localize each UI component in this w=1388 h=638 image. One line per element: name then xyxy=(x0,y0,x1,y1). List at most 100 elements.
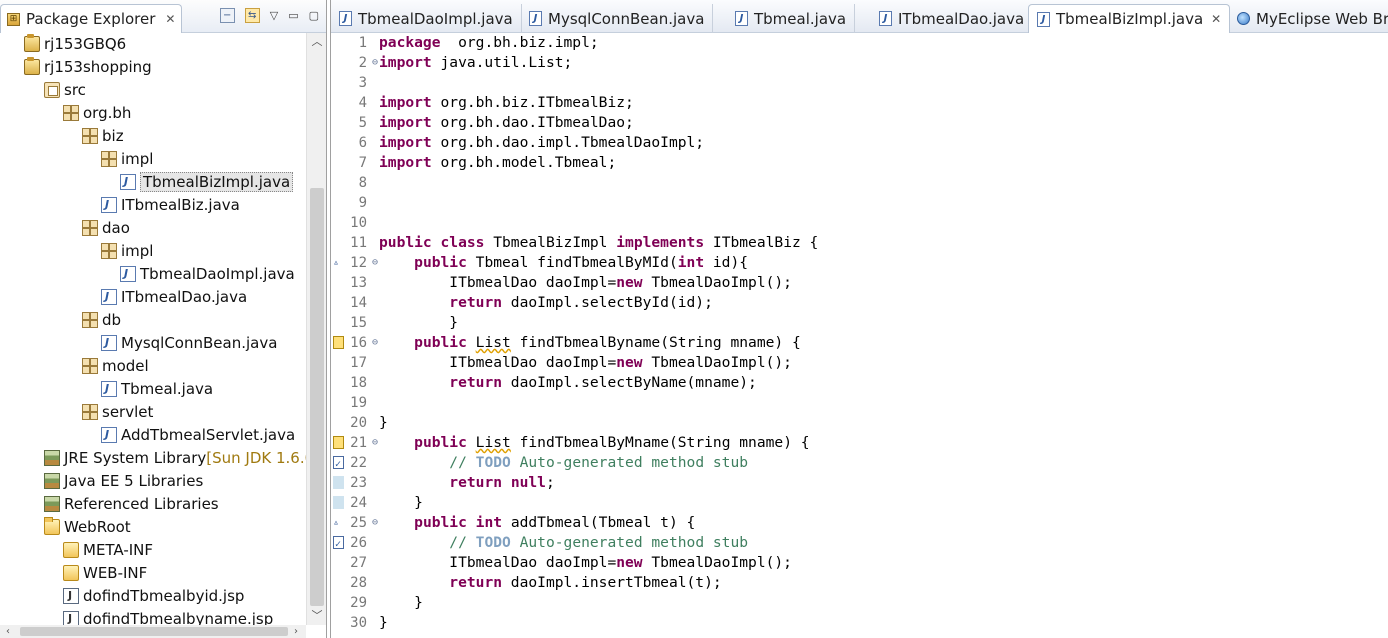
fold-toggle-icon[interactable]: ⊖ xyxy=(372,433,378,453)
line-number: 23 xyxy=(331,473,379,493)
close-icon[interactable]: ✕ xyxy=(165,12,175,26)
package-explorer-tab[interactable]: ⊞ Package Explorer ✕ xyxy=(0,4,183,33)
horizontal-scrollbar[interactable]: ‹ › xyxy=(0,625,306,638)
editor-tab[interactable]: J MysqlConnBean.java xyxy=(521,4,714,33)
scroll-right-icon[interactable]: › xyxy=(288,625,304,638)
scroll-left-icon[interactable]: ‹ xyxy=(0,625,16,638)
override-icon[interactable]: ▵ xyxy=(333,516,344,529)
tree-item[interactable]: ITbmealDao.java xyxy=(101,285,247,308)
tree-item[interactable]: WebRoot xyxy=(44,515,131,538)
maximize-icon[interactable]: ▢ xyxy=(309,9,319,22)
code-token: org.bh.model.Tbmeal; xyxy=(431,154,617,171)
tree-item[interactable]: org.bh xyxy=(63,101,131,124)
code-line[interactable]: import org.bh.model.Tbmeal; xyxy=(379,153,616,173)
code-line[interactable]: return daoImpl.selectById(id); xyxy=(379,293,713,313)
tree-item[interactable]: JRE System Library [Sun JDK 1.6.0 xyxy=(44,446,306,469)
tree-item[interactable]: Java EE 5 Libraries xyxy=(44,469,203,492)
tree-item[interactable]: src xyxy=(44,78,86,101)
tree-item[interactable]: dofindTbmealbyid.jsp xyxy=(63,584,244,607)
code-line[interactable]: import java.util.List; xyxy=(379,53,572,73)
line-number: 2 ⊖ xyxy=(331,53,379,73)
code-line[interactable]: public List findTbmealByname(String mnam… xyxy=(379,333,801,353)
code-line[interactable]: public Tbmeal findTbmealByMId(int id){ xyxy=(379,253,748,273)
fold-toggle-icon[interactable]: ⊖ xyxy=(372,253,378,273)
annotation-marker[interactable] xyxy=(333,496,344,509)
warning-icon[interactable] xyxy=(333,436,344,449)
package-explorer-title: Package Explorer xyxy=(26,10,156,28)
editor-tab[interactable]: J ITbmealDao.java xyxy=(871,4,1034,33)
line-number: 1 xyxy=(331,33,379,53)
code-line[interactable]: public List findTbmealByMname(String mna… xyxy=(379,433,809,453)
jsp-file-icon xyxy=(63,587,79,604)
code-line[interactable]: // TODO Auto-generated method stub xyxy=(379,453,748,473)
minimize-icon[interactable]: ▭ xyxy=(288,9,298,22)
tree-item[interactable]: servlet xyxy=(82,400,153,423)
code-line[interactable]: } xyxy=(379,613,388,633)
tree-item[interactable]: rj153shopping xyxy=(24,55,152,78)
tree-item[interactable]: impl xyxy=(101,239,153,262)
package-icon xyxy=(101,150,117,167)
close-icon[interactable]: ✕ xyxy=(1211,12,1221,26)
vertical-scrollbar[interactable]: ︿ ﹀ xyxy=(306,33,326,625)
code-line[interactable]: } xyxy=(379,313,458,333)
code-line[interactable]: import org.bh.biz.ITbmealBiz; xyxy=(379,93,634,113)
code-line[interactable]: return null; xyxy=(379,473,554,493)
line-number: 7 xyxy=(331,153,379,173)
code-line[interactable]: return daoImpl.selectByName(mname); xyxy=(379,373,757,393)
code-area[interactable]: package org.bh.biz.impl; import java.util… xyxy=(379,33,1388,638)
code-line[interactable]: } xyxy=(379,493,423,513)
tree-item[interactable]: TbmealDaoImpl.java xyxy=(120,262,295,285)
tree-item[interactable]: biz xyxy=(82,124,124,147)
code-line[interactable]: return daoImpl.insertTbmeal(t); xyxy=(379,573,721,593)
scroll-down-icon[interactable]: ﹀ xyxy=(307,607,326,625)
code-line[interactable]: public int addTbmeal(Tbmeal t) { xyxy=(379,513,695,533)
tree-item[interactable]: rj153GBQ6 xyxy=(24,33,126,55)
editor-tab[interactable]: MyEclipse Web Br xyxy=(1229,4,1388,33)
tree-item[interactable]: db xyxy=(82,308,121,331)
code-token: ITbmealDao daoImpl= xyxy=(379,354,617,371)
code-line[interactable]: } xyxy=(379,413,388,433)
editor-tab[interactable]: J Tbmeal.java xyxy=(727,4,856,33)
task-icon[interactable] xyxy=(333,455,344,475)
scrollbar-thumb[interactable] xyxy=(20,627,288,636)
tree-item[interactable]: impl xyxy=(101,147,153,170)
code-token: } xyxy=(379,314,459,331)
annotation-marker[interactable] xyxy=(333,476,344,489)
tree-item[interactable]: WEB-INF xyxy=(63,561,147,584)
tree-item[interactable]: Referenced Libraries xyxy=(44,492,219,515)
code-line[interactable]: import org.bh.dao.impl.TbmealDaoImpl; xyxy=(379,133,704,153)
code-line[interactable]: import org.bh.dao.ITbmealDao; xyxy=(379,113,634,133)
tree-item[interactable]: AddTbmealServlet.java xyxy=(101,423,295,446)
code-line[interactable]: } xyxy=(379,593,423,613)
warning-icon[interactable] xyxy=(333,336,344,349)
tree-item[interactable]: META-INF xyxy=(63,538,153,561)
code-line[interactable]: package org.bh.biz.impl; xyxy=(379,33,599,53)
tree-item[interactable]: Tbmeal.java xyxy=(101,377,213,400)
override-icon[interactable]: ▵ xyxy=(333,256,344,269)
tree-item[interactable]: TbmealBizImpl.java xyxy=(120,170,294,193)
code-line[interactable]: ITbmealDao daoImpl=new TbmealDaoImpl(); xyxy=(379,273,792,293)
task-icon[interactable] xyxy=(333,535,344,555)
tree-item[interactable]: dao xyxy=(82,216,130,239)
code-line[interactable]: // TODO Auto-generated method stub xyxy=(379,533,748,553)
jsp-file-icon xyxy=(63,610,79,625)
code-line[interactable]: ITbmealDao daoImpl=new TbmealDaoImpl(); xyxy=(379,553,792,573)
tree-item[interactable]: ITbmealBiz.java xyxy=(101,193,240,216)
collapse-all-icon[interactable]: − xyxy=(219,8,235,23)
editor-tab[interactable]: J TbmealDaoImpl.java xyxy=(331,4,522,33)
code-line[interactable]: ITbmealDao daoImpl=new TbmealDaoImpl(); xyxy=(379,353,792,373)
tree-item[interactable]: MysqlConnBean.java xyxy=(101,331,277,354)
code-token: TbmealBizImpl xyxy=(484,234,617,251)
fold-toggle-icon[interactable]: ⊖ xyxy=(372,53,378,73)
view-menu-icon[interactable]: ▽ xyxy=(270,9,278,22)
scroll-up-icon[interactable]: ︿ xyxy=(307,33,326,51)
scrollbar-thumb[interactable] xyxy=(310,188,324,606)
tree-item[interactable]: model xyxy=(82,354,149,377)
fold-toggle-icon[interactable]: ⊖ xyxy=(372,333,378,353)
line-number-text: 29 xyxy=(350,595,367,611)
link-with-editor-icon[interactable]: ⇆ xyxy=(244,8,260,23)
tree-item[interactable]: dofindTbmealbyname.jsp xyxy=(63,607,273,625)
code-line[interactable]: public class TbmealBizImpl implements IT… xyxy=(379,233,818,253)
fold-toggle-icon[interactable]: ⊖ xyxy=(372,513,378,533)
editor-tab[interactable]: J TbmealBizImpl.java ✕ xyxy=(1028,4,1231,33)
